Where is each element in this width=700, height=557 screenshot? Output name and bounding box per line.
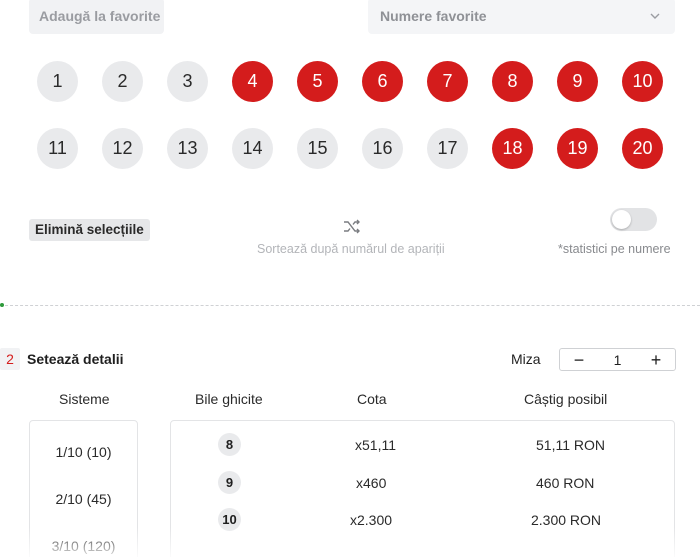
number-ball[interactable]: 7 xyxy=(427,61,468,102)
chevron-down-icon xyxy=(650,13,660,19)
stake-value[interactable]: 1 xyxy=(614,352,622,368)
number-ball[interactable]: 10 xyxy=(622,61,663,102)
number-ball[interactable]: 2 xyxy=(102,61,143,102)
number-ball[interactable]: 4 xyxy=(232,61,273,102)
step-title: Setează detalii xyxy=(27,351,124,367)
guessed-balls-badge: 10 xyxy=(218,508,241,531)
number-stats-toggle[interactable] xyxy=(610,208,657,231)
balls-column-header: Bile ghicite xyxy=(195,391,263,407)
number-stats-label: *statistici pe numere xyxy=(558,242,671,256)
number-grid: 1 2 3 4 5 6 7 8 9 10 11 12 13 14 15 16 17 18 19 20 xyxy=(37,61,677,195)
system-option[interactable]: 1/10 (10) xyxy=(30,444,137,460)
stake-stepper: − 1 + xyxy=(559,348,676,371)
odds-value: x2.300 xyxy=(350,512,393,528)
odds-value: x51,11 xyxy=(355,437,396,453)
step-number: 2 xyxy=(0,348,20,370)
systems-column-header: Sisteme xyxy=(59,391,110,407)
number-ball[interactable]: 14 xyxy=(232,128,273,169)
number-ball[interactable]: 9 xyxy=(557,61,598,102)
system-option[interactable]: 3/10 (120) xyxy=(30,538,137,554)
win-column-header: Câștig posibil xyxy=(524,391,608,407)
possible-win-value: 460 RON xyxy=(536,475,595,491)
odds-value: x460 xyxy=(356,475,387,491)
number-ball[interactable]: 20 xyxy=(622,128,663,169)
possible-win-value: 2.300 RON xyxy=(531,512,602,528)
possible-win-value: 51,11 RON xyxy=(536,437,605,453)
number-ball[interactable]: 5 xyxy=(297,61,338,102)
winnings-table: 8 x51,11 51,11 RON 9 x460 460 RON 10 x2.… xyxy=(170,420,675,557)
sort-by-occurrences-label[interactable]: Sortează după numărul de apariții xyxy=(257,242,445,256)
divider-dot xyxy=(0,303,4,307)
stake-decrease-button[interactable]: − xyxy=(572,350,586,370)
number-ball[interactable]: 13 xyxy=(167,128,208,169)
number-ball[interactable]: 3 xyxy=(167,61,208,102)
stake-increase-button[interactable]: + xyxy=(649,350,663,370)
favorite-numbers-select[interactable]: Numere favorite xyxy=(368,0,675,34)
number-ball[interactable]: 17 xyxy=(427,128,468,169)
add-to-favorites-button[interactable]: Adaugă la favorite xyxy=(29,0,164,34)
number-ball[interactable]: 11 xyxy=(37,128,78,169)
number-row-1: 1 2 3 4 5 6 7 8 9 10 xyxy=(37,61,677,102)
number-ball[interactable]: 1 xyxy=(37,61,78,102)
number-ball[interactable]: 6 xyxy=(362,61,403,102)
guessed-balls-badge: 8 xyxy=(218,433,241,456)
system-option[interactable]: 2/10 (45) xyxy=(30,491,137,507)
number-ball[interactable]: 19 xyxy=(557,128,598,169)
number-ball[interactable]: 16 xyxy=(362,128,403,169)
clear-selection-button[interactable]: Elimină selecțiile xyxy=(29,219,150,241)
number-ball[interactable]: 12 xyxy=(102,128,143,169)
section-divider xyxy=(0,305,700,306)
toggle-knob xyxy=(612,210,631,229)
guessed-balls-badge: 9 xyxy=(218,471,241,494)
number-ball[interactable]: 8 xyxy=(492,61,533,102)
shuffle-icon[interactable] xyxy=(342,217,362,237)
favorite-numbers-placeholder: Numere favorite xyxy=(380,8,487,24)
number-row-2: 11 12 13 14 15 16 17 18 19 20 xyxy=(37,128,677,169)
stake-label: Miza xyxy=(511,351,541,367)
systems-list: 1/10 (10) 2/10 (45) 3/10 (120) xyxy=(29,420,138,557)
number-ball[interactable]: 15 xyxy=(297,128,338,169)
odds-column-header: Cota xyxy=(357,391,387,407)
number-ball[interactable]: 18 xyxy=(492,128,533,169)
